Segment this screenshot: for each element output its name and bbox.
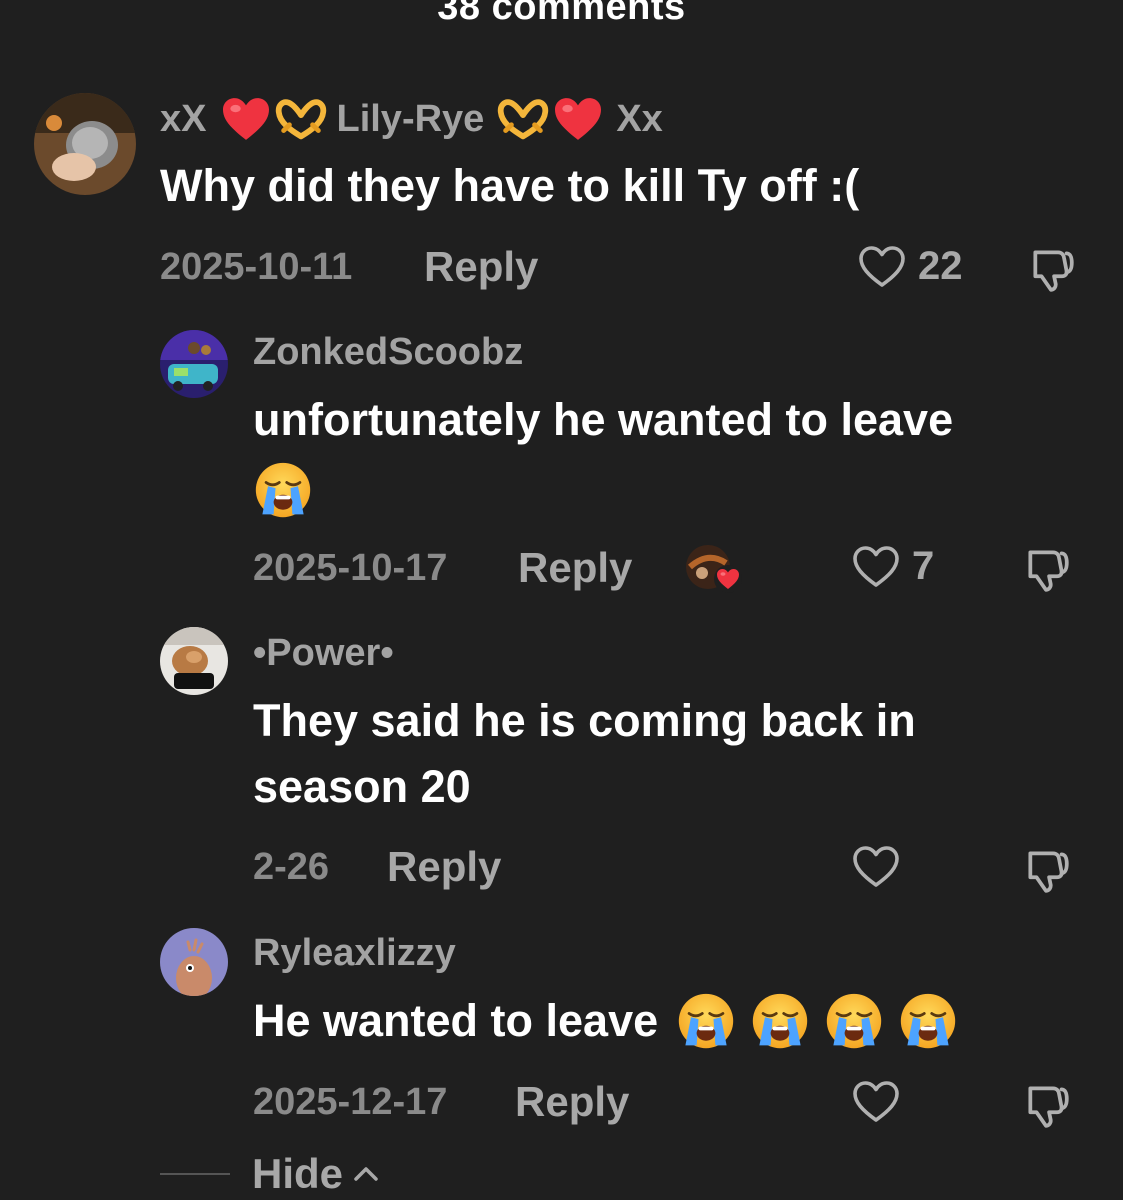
comment-text-body: He wanted to leave [253,995,659,1046]
red-heart-icon [220,96,272,142]
like-count: 7 [912,544,935,588]
username-suffix: Xx [616,97,663,140]
red-heart-icon [552,96,604,142]
comment-text: He wanted to leave [253,988,958,1054]
heart-hands-icon [274,97,328,141]
dislike-button[interactable] [1027,244,1077,299]
crying-emoji-group [676,991,958,1051]
comment-date: 2025-12-17 [253,1081,448,1123]
dislike-button[interactable] [1022,1080,1072,1135]
like-button[interactable]: 7 [852,544,934,589]
dislike-button[interactable] [1022,544,1072,599]
thumbs-down-outline-icon [1022,1080,1072,1130]
divider-line [160,1173,230,1175]
comment-date: 2-26 [253,846,330,888]
comment-text: They said he is coming back in season 20 [253,688,1093,820]
comment-username[interactable]: Ryleaxlizzy [253,932,456,975]
comment-username[interactable]: •Power• [253,632,394,675]
reply-button[interactable]: Reply [387,843,501,891]
hide-replies-row: Hide [160,1150,381,1198]
comment-text: Why did they have to kill Ty off :( [160,160,860,211]
reply-button[interactable]: Reply [515,1078,629,1126]
reply-button[interactable]: Reply [424,243,538,291]
like-button[interactable] [852,845,912,889]
loudly-crying-face-icon [750,991,810,1051]
heart-outline-icon [852,545,900,589]
thumbs-down-outline-icon [1022,845,1072,895]
avatar[interactable] [160,330,228,398]
creator-liked-badge [686,543,742,593]
comments-count-title: 38 comments [437,0,686,28]
heart-hands-icon [496,97,550,141]
comment-date: 2025-10-11 [160,246,353,288]
heart-outline-icon [852,845,900,889]
heart-outline-icon [852,1080,900,1124]
loudly-crying-face-icon [824,991,884,1051]
username-prefix: xX [160,97,207,140]
avatar[interactable] [34,93,136,195]
comment-text-line2: season 20 [253,761,471,812]
loudly-crying-face-icon [253,460,313,520]
dislike-button[interactable] [1022,845,1072,900]
loudly-crying-face-icon [898,991,958,1051]
loudly-crying-face-icon [676,991,736,1051]
comment-username[interactable]: xX Lily-Rye Xx [160,96,663,142]
comment-text-body: unfortunately he wanted to leave [253,394,954,445]
avatar[interactable] [160,627,228,695]
thumbs-down-outline-icon [1022,544,1072,594]
comment-date: 2025-10-17 [253,547,448,589]
like-button[interactable] [852,1080,912,1124]
like-count: 22 [918,244,963,288]
reply-button[interactable]: Reply [518,544,632,592]
comment-username[interactable]: ZonkedScoobz [253,331,523,374]
comment-text: unfortunately he wanted to leave [253,387,1093,520]
hide-replies-button[interactable]: Hide [252,1150,343,1198]
like-button[interactable]: 22 [858,244,963,289]
comment-text-line1: They said he is coming back in [253,695,916,746]
chevron-up-icon[interactable] [351,1163,381,1185]
thumbs-down-outline-icon [1027,244,1077,294]
heart-outline-icon [858,245,906,289]
avatar[interactable] [160,928,228,996]
username-name: Lily-Rye [336,97,485,140]
